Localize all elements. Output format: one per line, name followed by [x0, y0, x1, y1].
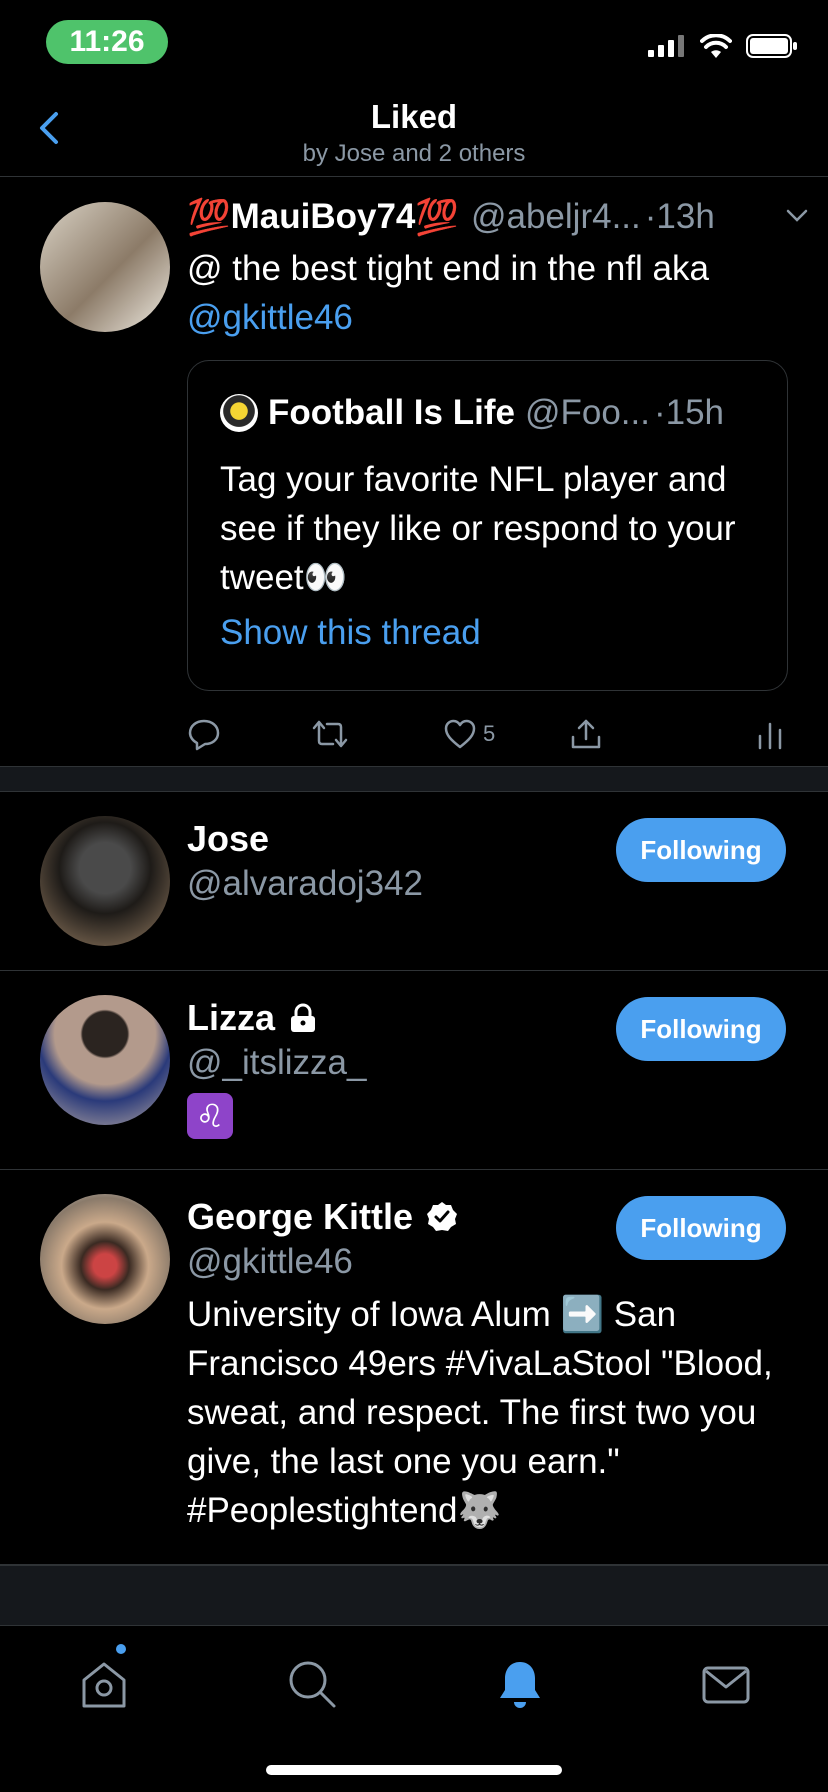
notifications-icon[interactable] — [492, 1656, 548, 1712]
user-name: Jose — [187, 818, 269, 860]
user-name: Lizza — [187, 997, 319, 1039]
search-icon[interactable] — [284, 1656, 340, 1712]
like-button[interactable]: 5 — [443, 712, 495, 756]
user-row[interactable]: Lizza @_itslizza_ Following ♌ — [0, 971, 828, 1170]
quoted-tweet[interactable]: Football Is Life @Foo... ·15h Tag your f… — [187, 360, 788, 691]
avatar[interactable] — [40, 816, 170, 946]
retweet-icon — [312, 720, 348, 748]
mention-link[interactable]: @gkittle46 — [187, 298, 353, 337]
following-button[interactable]: Following — [616, 818, 786, 882]
share-button[interactable] — [569, 712, 603, 756]
reply-icon — [188, 719, 220, 751]
like-count: 5 — [483, 721, 496, 746]
avatar[interactable] — [40, 202, 170, 332]
quote-header: Football Is Life @Foo... ·15h — [220, 391, 760, 435]
status-bar: 11:26 — [0, 0, 828, 90]
user-bio: University of Iowa Alum ➡️ San Francisco… — [187, 1295, 773, 1530]
analytics-icon — [758, 722, 782, 750]
avatar[interactable] — [40, 1194, 170, 1324]
user-name-text: Lizza — [187, 997, 276, 1038]
chevron-down-icon[interactable] — [785, 208, 809, 224]
author-handle: @abeljr4... — [470, 197, 641, 236]
show-thread-link[interactable]: Show this thread — [220, 613, 481, 653]
battery-icon — [746, 34, 797, 58]
following-button[interactable]: Following — [616, 997, 786, 1061]
user-bio: ♌ — [187, 1091, 787, 1140]
following-button[interactable]: Following — [616, 1196, 786, 1260]
tweet-header: 💯 MauiBoy74 💯 @abeljr4... ·13h — [187, 192, 808, 242]
user-name: George Kittle — [187, 1196, 459, 1238]
user-handle: @_itslizza_ — [187, 1043, 367, 1082]
tweet-actions: 5 — [187, 712, 787, 756]
hundred-emoji: 💯 — [415, 197, 459, 238]
page-title: Liked — [370, 98, 458, 135]
user-row[interactable]: George Kittle @gkittle46 Following Unive… — [0, 1170, 828, 1565]
reply-button[interactable] — [187, 712, 221, 756]
wifi-icon — [700, 34, 732, 58]
tweet-time: ·13h — [644, 197, 715, 236]
section-divider — [0, 766, 828, 792]
hundred-emoji: 💯 — [187, 197, 231, 238]
unread-dot — [116, 1644, 126, 1654]
section-divider — [0, 1565, 828, 1625]
tweet-text: @ the best tight end in the nfl aka @gki… — [187, 244, 797, 342]
quote-time: ·15h — [653, 393, 725, 432]
user-handle: @alvaradoj342 — [187, 864, 423, 903]
quote-author-handle: @Foo... — [524, 393, 650, 432]
tweet-body: @ the best tight end in the nfl aka — [187, 249, 709, 288]
user-row[interactable]: Jose @alvaradoj342 Following — [0, 792, 828, 971]
lock-icon — [291, 1003, 316, 1032]
user-handle: @gkittle46 — [187, 1242, 353, 1281]
quote-author-name: Football Is Life — [268, 393, 515, 432]
analytics-button[interactable] — [757, 712, 783, 756]
verified-icon — [427, 1202, 458, 1231]
leo-emoji: ♌ — [187, 1093, 233, 1139]
signal-icon — [648, 35, 684, 57]
user-name-text: George Kittle — [187, 1196, 414, 1237]
retweet-button[interactable] — [311, 712, 349, 756]
home-indicator — [266, 1765, 562, 1775]
like-icon — [444, 719, 476, 749]
home-icon[interactable] — [76, 1656, 132, 1712]
liked-tweet[interactable]: 💯 MauiBoy74 💯 @abeljr4... ·13h @ the bes… — [0, 178, 828, 766]
quote-text: Tag your favorite NFL player and see if … — [220, 460, 736, 597]
share-icon — [571, 719, 601, 749]
avatar[interactable] — [40, 995, 170, 1125]
nav-header: Liked by Jose and 2 others — [0, 90, 828, 177]
author-name[interactable]: MauiBoy74 — [231, 197, 416, 237]
user-name-text: Jose — [187, 818, 270, 859]
status-icons — [648, 34, 798, 58]
quote-avatar — [220, 394, 258, 432]
messages-icon[interactable] — [698, 1656, 754, 1712]
page-subtitle: by Jose and 2 others — [302, 140, 526, 167]
status-time: 11:26 — [46, 20, 168, 64]
